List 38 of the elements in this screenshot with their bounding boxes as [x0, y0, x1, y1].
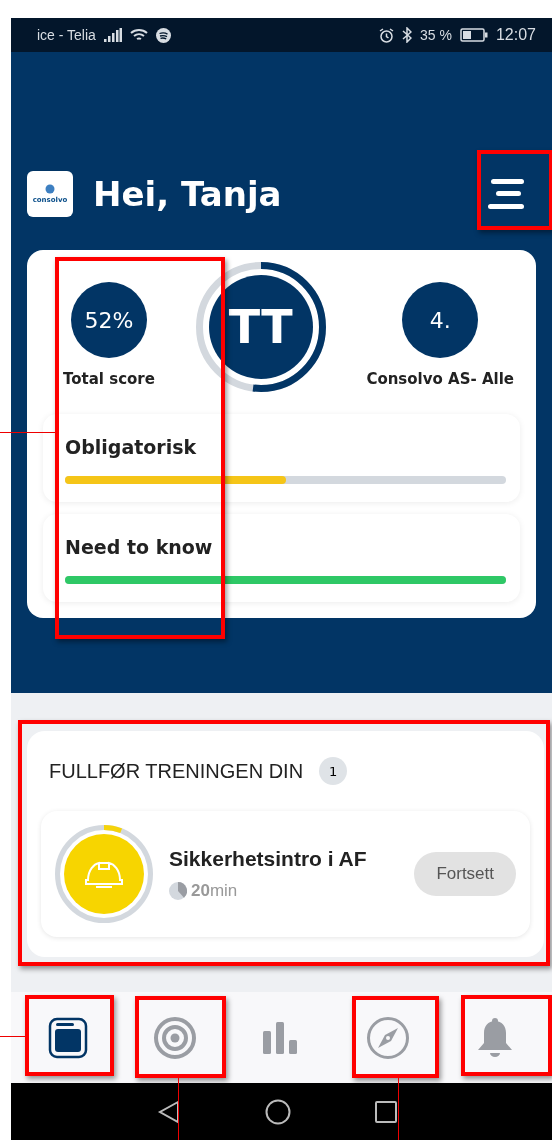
leader-line: [0, 1036, 25, 1037]
carrier-name: ice - Telia: [37, 27, 96, 43]
compass-icon: [366, 1015, 411, 1060]
greeting-title: Hei, Tanja: [93, 174, 283, 214]
leader-line: [398, 1078, 399, 1140]
back-icon[interactable]: [156, 1099, 181, 1124]
bluetooth-icon: [402, 27, 413, 43]
clock-pie-icon: [169, 882, 187, 900]
battery-percent: 35 %: [420, 27, 452, 43]
wifi-icon: [129, 28, 148, 42]
rank-value: 4.: [402, 282, 479, 358]
bar-chart-icon: [263, 1021, 300, 1054]
progress-label: Need to know: [65, 536, 214, 558]
home-circle-icon[interactable]: [264, 1098, 291, 1125]
bell-icon: [475, 1016, 514, 1059]
signal-icon: [103, 28, 122, 42]
alarm-icon: [379, 27, 395, 43]
leader-line: [178, 1078, 179, 1140]
leader-line: [0, 432, 55, 433]
score-label: Total score: [63, 370, 155, 388]
menu-icon: [488, 179, 524, 209]
target-icon: [152, 1015, 197, 1060]
helmet-icon: [64, 834, 144, 914]
home-icon: [48, 1016, 89, 1059]
course-duration: 20min: [191, 881, 238, 901]
battery-icon: [459, 28, 488, 42]
course-card[interactable]: Sikkerhetsintro i AF 20min Fortsett: [41, 811, 530, 937]
recents-icon[interactable]: [374, 1100, 397, 1123]
music-app-icon: [155, 27, 171, 43]
progress-label: Obligatorisk: [65, 436, 198, 458]
count-badge: 1: [319, 757, 348, 785]
course-title: Sikkerhetsintro i AF: [169, 847, 368, 871]
continue-button[interactable]: Fortsett: [414, 852, 516, 896]
score-value: 52%: [70, 282, 147, 358]
rank-label: Consolvo AS- Alle: [366, 370, 514, 388]
avatar-initials: TT: [208, 275, 313, 379]
clock-time: 12:07: [495, 26, 536, 44]
section-title: FULLFØR TRENINGEN DIN: [49, 759, 304, 783]
